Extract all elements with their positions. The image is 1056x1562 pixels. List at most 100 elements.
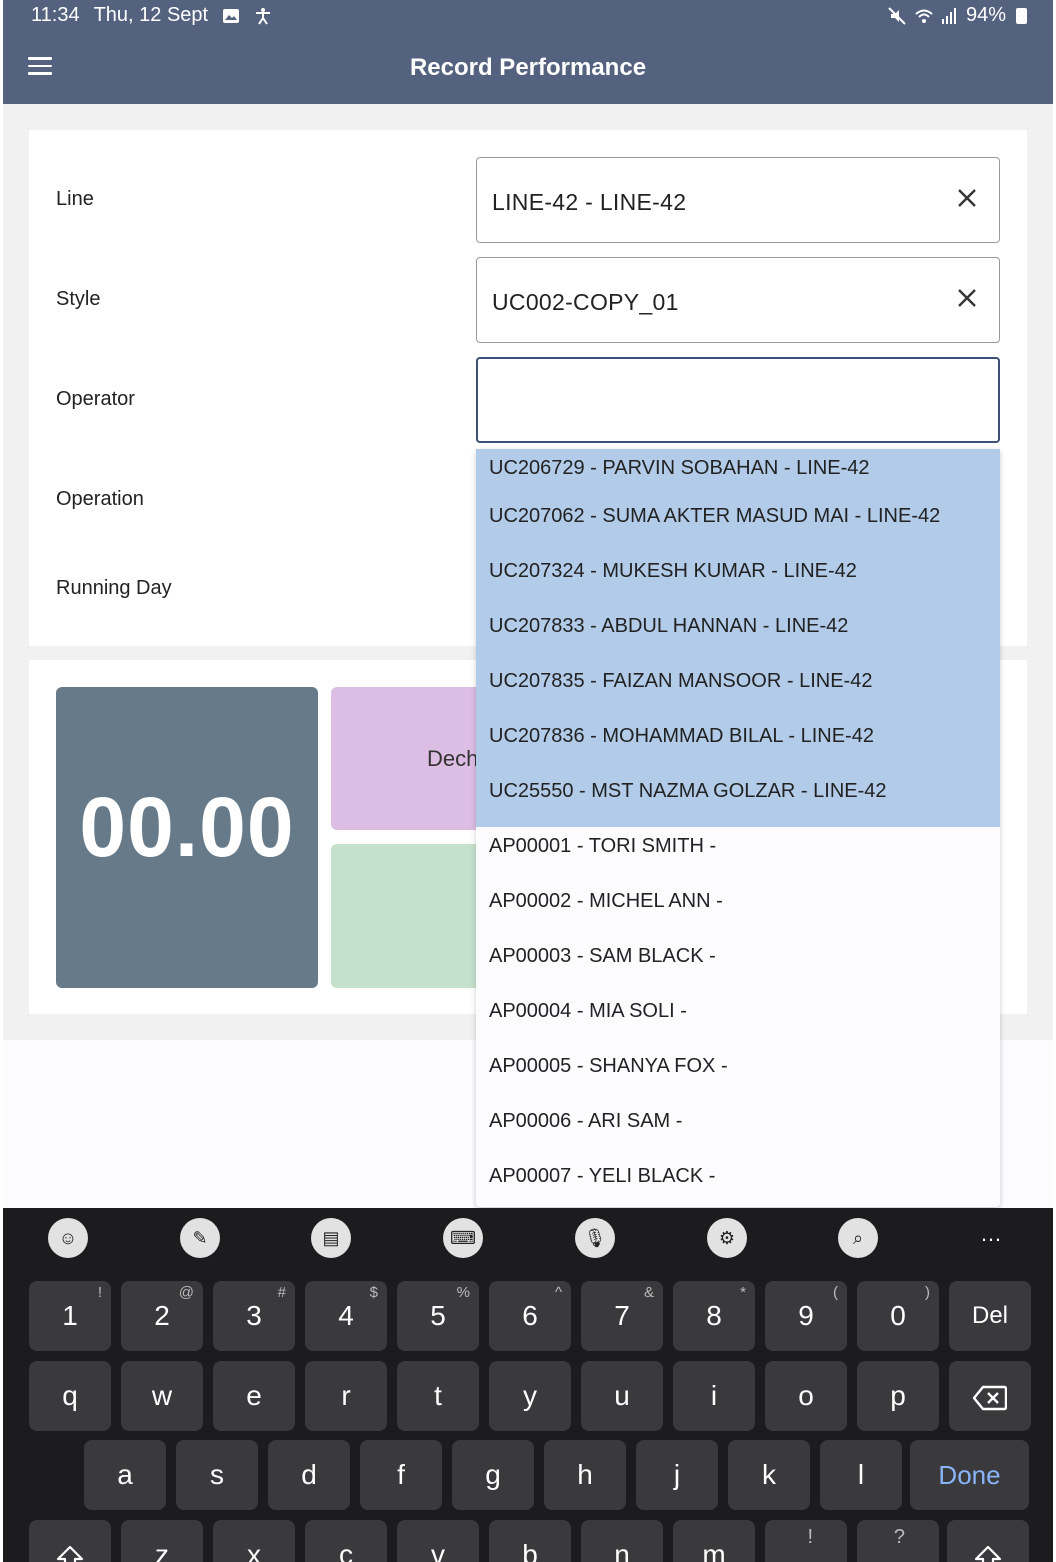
key-n[interactable]: n bbox=[581, 1520, 663, 1562]
key-p[interactable]: p bbox=[857, 1361, 939, 1431]
performance-value-box: 00.00 bbox=[56, 687, 318, 988]
key-t[interactable]: t bbox=[397, 1361, 479, 1431]
metric-tile-purple[interactable]: Dech bbox=[331, 687, 491, 830]
dropdown-option[interactable]: UC207836 - MOHAMMAD BILAL - LINE-42 bbox=[476, 717, 1000, 772]
key-d[interactable]: d bbox=[268, 1440, 350, 1510]
key-3[interactable]: 3 # bbox=[213, 1281, 295, 1351]
dropdown-option[interactable]: AP00005 - SHANYA FOX - bbox=[476, 1047, 1000, 1102]
dropdown-option[interactable]: AP00007 - YELI BLACK - bbox=[476, 1157, 1000, 1207]
running-day-label: Running Day bbox=[56, 577, 172, 599]
key-w[interactable]: w bbox=[121, 1361, 203, 1431]
style-field[interactable]: UC002-COPY_01 bbox=[476, 257, 1000, 343]
key-c[interactable]: c bbox=[305, 1520, 387, 1562]
dropdown-option[interactable]: UC207062 - SUMA AKTER MASUD MAI - LINE-4… bbox=[476, 497, 1000, 552]
settings-icon[interactable]: ⚙ bbox=[707, 1218, 747, 1258]
clipboard-icon[interactable]: ▤ bbox=[311, 1218, 351, 1258]
more-options-icon[interactable]: … bbox=[980, 1221, 1003, 1247]
status-date: Thu, 12 Sept bbox=[93, 4, 209, 26]
gallery-notification-icon bbox=[222, 7, 240, 25]
key-m[interactable]: m bbox=[673, 1520, 755, 1562]
key-b-label: b bbox=[522, 1539, 538, 1562]
shift-left-icon[interactable] bbox=[29, 1520, 111, 1562]
metric-tile-label: Dech bbox=[427, 746, 479, 771]
key-d-label: d bbox=[301, 1459, 317, 1490]
backspace-icon[interactable] bbox=[949, 1361, 1031, 1431]
dropdown-option[interactable]: UC207833 - ABDUL HANNAN - LINE-42 bbox=[476, 607, 1000, 662]
shift-right-icon[interactable] bbox=[947, 1520, 1029, 1562]
key-g[interactable]: g bbox=[452, 1440, 534, 1510]
key-x[interactable]: x bbox=[213, 1520, 295, 1562]
key-a[interactable]: a bbox=[84, 1440, 166, 1510]
key-j-label: j bbox=[673, 1459, 681, 1490]
signal-icon bbox=[940, 7, 958, 25]
key-r[interactable]: r bbox=[305, 1361, 387, 1431]
dropdown-option[interactable]: UC206729 - PARVIN SOBAHAN - LINE-42 bbox=[476, 449, 1000, 497]
dropdown-option[interactable]: AP00003 - SAM BLACK - bbox=[476, 937, 1000, 992]
key-3-label: 3 bbox=[246, 1300, 262, 1331]
microphone-icon[interactable]: 🎙 bbox=[575, 1218, 615, 1258]
key-b[interactable]: b bbox=[489, 1520, 571, 1562]
keyboard-icon[interactable]: ⌨ bbox=[443, 1218, 483, 1258]
status-time: 11:34 bbox=[31, 4, 80, 26]
key-z[interactable]: z bbox=[121, 1520, 203, 1562]
key-f[interactable]: f bbox=[360, 1440, 442, 1510]
mute-icon bbox=[888, 6, 906, 25]
key-l[interactable]: l bbox=[820, 1440, 902, 1510]
key-c-label: c bbox=[339, 1539, 353, 1562]
dropdown-option[interactable]: UC207835 - FAIZAN MANSOOR - LINE-42 bbox=[476, 662, 1000, 717]
key-y[interactable]: y bbox=[489, 1361, 571, 1431]
key-6[interactable]: 6 ^ bbox=[489, 1281, 571, 1351]
key-q[interactable]: q bbox=[29, 1361, 111, 1431]
operator-input[interactable] bbox=[476, 357, 1000, 443]
line-field[interactable]: LINE-42 - LINE-42 bbox=[476, 157, 1000, 243]
key-punct-1[interactable]: ? bbox=[857, 1520, 939, 1562]
key-2[interactable]: 2 @ bbox=[121, 1281, 203, 1351]
key-i-label: i bbox=[710, 1380, 718, 1411]
key-o[interactable]: o bbox=[765, 1361, 847, 1431]
accessibility-icon bbox=[254, 7, 272, 25]
key-y-label: y bbox=[523, 1380, 537, 1411]
key-x-label: x bbox=[247, 1539, 261, 1562]
operator-dropdown[interactable]: UC206729 - PARVIN SOBAHAN - LINE-42 UC207… bbox=[476, 449, 1000, 1207]
key-8[interactable]: 8 * bbox=[673, 1281, 755, 1351]
key-5[interactable]: 5% bbox=[397, 1281, 479, 1351]
key-j[interactable]: j bbox=[636, 1440, 718, 1510]
delete-key-label: Del bbox=[971, 1302, 1008, 1329]
key-9-label: 9 bbox=[798, 1300, 814, 1331]
dropdown-option[interactable]: AP00001 - TORI SMITH - bbox=[476, 827, 1000, 882]
done-key[interactable]: Done bbox=[910, 1440, 1029, 1510]
key-w-label: w bbox=[151, 1380, 173, 1411]
delete-key[interactable]: Del bbox=[949, 1281, 1031, 1351]
clear-line-icon[interactable] bbox=[953, 184, 981, 212]
key-f-label: f bbox=[397, 1459, 405, 1490]
dropdown-option[interactable]: UC25550 - MST NAZMA GOLZAR - LINE-42 bbox=[476, 772, 1000, 827]
metric-tile-green[interactable] bbox=[331, 844, 491, 988]
key-h[interactable]: h bbox=[544, 1440, 626, 1510]
key-0[interactable]: 0) bbox=[857, 1281, 939, 1351]
key-k[interactable]: k bbox=[728, 1440, 810, 1510]
search-icon[interactable]: ⌕ bbox=[838, 1218, 878, 1258]
key-v[interactable]: v bbox=[397, 1520, 479, 1562]
key-7[interactable]: 7 & bbox=[581, 1281, 663, 1351]
operator-label: Operator bbox=[56, 388, 135, 410]
wifi-icon bbox=[914, 7, 933, 25]
page-title: Record Performance bbox=[409, 54, 647, 81]
key-1[interactable]: 1! bbox=[29, 1281, 111, 1351]
dropdown-option[interactable]: AP00002 - MICHEL ANN - bbox=[476, 882, 1000, 937]
handwriting-icon[interactable]: ✎ bbox=[180, 1218, 220, 1258]
key-punct-0[interactable]: ! bbox=[765, 1520, 847, 1562]
key-q-label: q bbox=[62, 1380, 78, 1411]
emoji-icon[interactable]: ☺ bbox=[48, 1218, 88, 1258]
dropdown-option[interactable]: AP00006 - ARI SAM - bbox=[476, 1102, 1000, 1157]
key-2-label: 2 bbox=[154, 1300, 170, 1331]
key-i[interactable]: i bbox=[673, 1361, 755, 1431]
dropdown-option[interactable]: AP00004 - MIA SOLI - bbox=[476, 992, 1000, 1047]
dropdown-option[interactable]: UC207324 - MUKESH KUMAR - LINE-42 bbox=[476, 552, 1000, 607]
key-s[interactable]: s bbox=[176, 1440, 258, 1510]
clear-style-icon[interactable] bbox=[953, 284, 981, 312]
key-u[interactable]: u bbox=[581, 1361, 663, 1431]
key-e[interactable]: e bbox=[213, 1361, 295, 1431]
key-9[interactable]: 9( bbox=[765, 1281, 847, 1351]
key-4[interactable]: 4 $ bbox=[305, 1281, 387, 1351]
key-1-label: 1 bbox=[62, 1300, 78, 1331]
